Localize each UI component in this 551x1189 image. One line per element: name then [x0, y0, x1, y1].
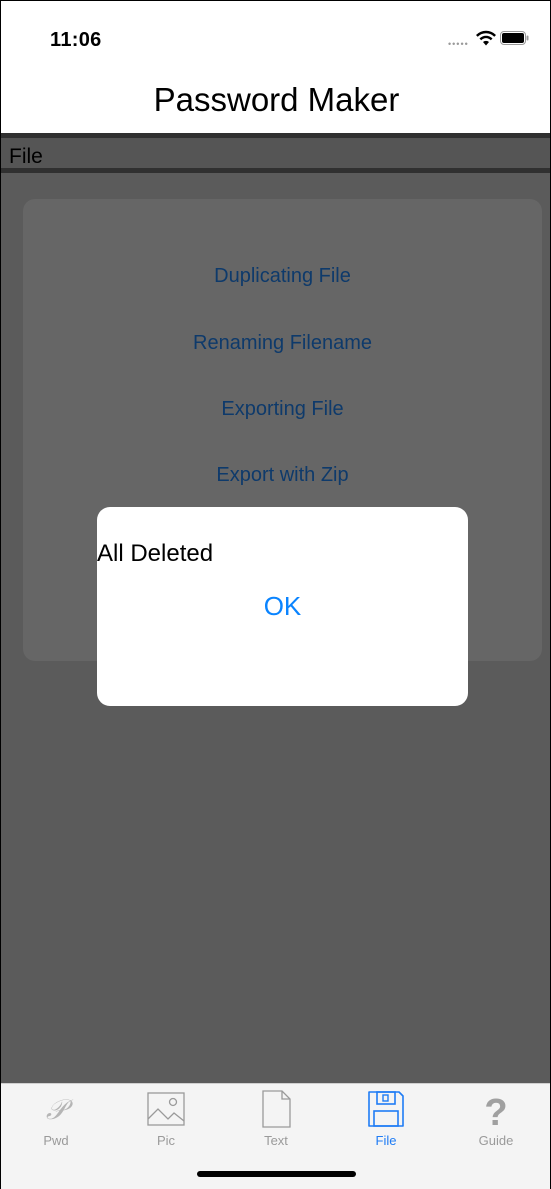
- tab-label: File: [375, 1133, 397, 1148]
- tab-pic[interactable]: Pic: [111, 1084, 221, 1154]
- home-indicator[interactable]: [197, 1171, 356, 1177]
- document-icon: [262, 1090, 291, 1128]
- tab-pwd[interactable]: 𝒫 Pwd: [1, 1084, 111, 1154]
- script-p-icon: 𝒫: [46, 1093, 74, 1126]
- navigation-bar: Password Maker: [1, 67, 550, 133]
- alert-dialog: All Deleted OK: [97, 507, 468, 706]
- tab-label: Pic: [156, 1133, 176, 1148]
- alert-ok-button[interactable]: OK: [97, 591, 468, 622]
- tab-file[interactable]: File: [331, 1084, 441, 1154]
- floppy-disk-icon: [368, 1091, 404, 1127]
- svg-text:𝒫: 𝒫: [46, 1093, 74, 1126]
- renaming-filename-button[interactable]: Renaming Filename: [23, 332, 542, 355]
- tab-label: Pwd: [43, 1133, 69, 1148]
- status-bar: 11:06 •••••: [1, 1, 550, 67]
- exporting-file-button[interactable]: Exporting File: [23, 398, 542, 421]
- export-with-zip-button[interactable]: Export with Zip: [23, 464, 542, 487]
- question-mark-icon: ?: [484, 1092, 507, 1129]
- app-screen: 11:06 ••••• Password Maker File Duplicat…: [0, 0, 551, 1189]
- tab-label: Guide: [478, 1133, 514, 1148]
- duplicating-file-button[interactable]: Duplicating File: [23, 265, 542, 288]
- tab-label: Text: [264, 1133, 288, 1148]
- battery-icon: [500, 31, 529, 45]
- cellular-signal-icon: •••••: [448, 39, 469, 49]
- tab-text[interactable]: Text: [221, 1084, 331, 1154]
- picture-icon: [147, 1092, 185, 1126]
- section-header: File: [1, 133, 550, 173]
- alert-message: All Deleted: [97, 540, 214, 567]
- page-title: Password Maker: [153, 81, 400, 118]
- svg-text:?: ?: [484, 1092, 507, 1129]
- tab-guide[interactable]: ? Guide: [441, 1084, 550, 1154]
- section-label: File: [9, 145, 43, 168]
- status-time: 11:06: [50, 29, 102, 51]
- wifi-icon: [476, 30, 496, 46]
